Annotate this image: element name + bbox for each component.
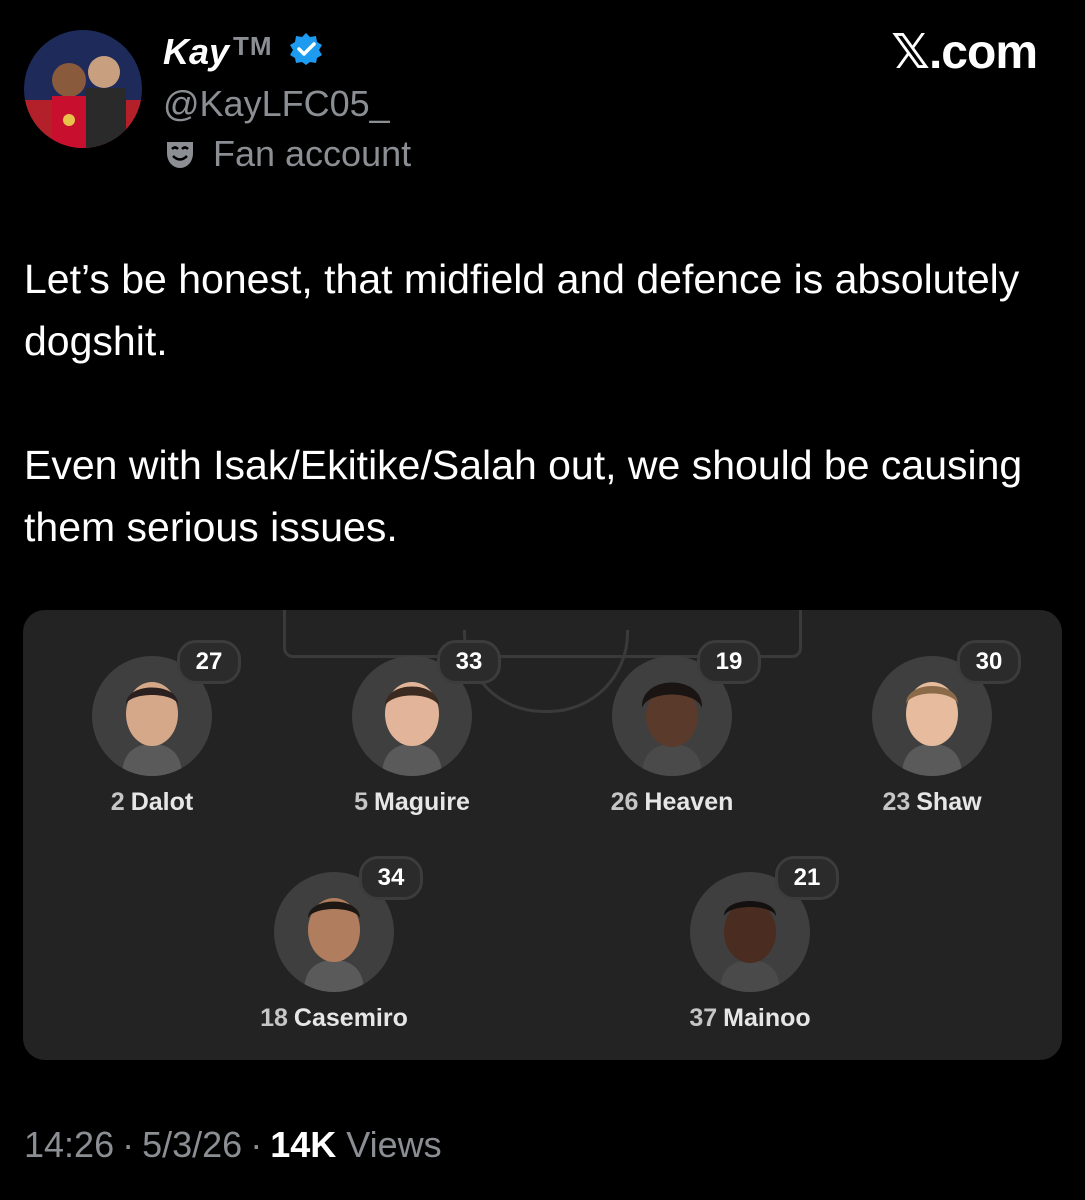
player-name-label: 18 Casemiro	[214, 1004, 454, 1033]
fan-account-badge: Fan account	[163, 132, 411, 176]
tweet-text: Let’s be honest, that midfield and defen…	[24, 248, 1054, 620]
fan-account-label: Fan account	[213, 133, 412, 174]
player-number: 2	[110, 788, 125, 816]
tweet-time[interactable]: 14:26	[24, 1124, 114, 1165]
tweet-paragraph: Even with Isak/Ekitike/Salah out, we sho…	[24, 442, 1023, 550]
player-name-label: 23 Shaw	[812, 788, 1052, 817]
tweet-paragraph: Let’s be honest, that midfield and defen…	[24, 256, 1020, 364]
verified-badge-icon	[288, 31, 324, 67]
player-name: Dalot	[130, 788, 194, 816]
tweet-meta: 14:26 · 5/3/26 · 14K Views	[24, 1120, 442, 1170]
player-rating: 33	[437, 640, 501, 684]
user-handle[interactable]: @KayLFC05_	[163, 82, 390, 126]
site-label: 𝕏.com	[891, 26, 1038, 79]
mask-icon	[163, 137, 197, 171]
player-card-mainoo[interactable]: 21 37 Mainoo	[630, 856, 870, 1060]
player-number: 37	[689, 1004, 718, 1032]
player-number: 26	[610, 788, 639, 816]
lineup-card[interactable]: 27 2 Dalot 33 5 Maguire 19 26 Heaven 30 …	[23, 610, 1062, 1060]
separator-dot: ·	[250, 1124, 263, 1165]
player-name: Heaven	[644, 788, 734, 816]
player-name-label: 5 Maguire	[292, 788, 532, 817]
player-card-casemiro[interactable]: 34 18 Casemiro	[214, 856, 454, 1060]
tweet-date[interactable]: 5/3/26	[142, 1124, 242, 1165]
player-number: 5	[354, 788, 369, 816]
player-rating: 21	[775, 856, 839, 900]
player-rating: 27	[177, 640, 241, 684]
player-card-shaw[interactable]: 30 23 Shaw	[812, 640, 1052, 856]
player-number: 23	[882, 788, 911, 816]
player-card-dalot[interactable]: 27 2 Dalot	[32, 640, 272, 856]
player-card-maguire[interactable]: 33 5 Maguire	[292, 640, 532, 856]
player-card-heaven[interactable]: 19 26 Heaven	[552, 640, 792, 856]
player-name: Shaw	[916, 788, 982, 816]
player-name: Mainoo	[723, 1004, 811, 1032]
player-name: Casemiro	[293, 1004, 408, 1032]
trademark-label: TM	[233, 31, 273, 61]
player-name: Maguire	[374, 788, 470, 816]
avatar[interactable]	[24, 30, 142, 148]
player-name-label: 2 Dalot	[32, 788, 272, 817]
player-name-label: 37 Mainoo	[630, 1004, 870, 1033]
player-number: 18	[260, 1004, 288, 1032]
views-count[interactable]: 14K	[270, 1124, 336, 1165]
player-rating: 34	[359, 856, 423, 900]
player-name-label: 26 Heaven	[552, 788, 792, 817]
separator-dot: ·	[122, 1124, 135, 1165]
display-name[interactable]: Kay	[163, 30, 229, 74]
player-rating: 19	[697, 640, 761, 684]
player-rating: 30	[957, 640, 1021, 684]
views-label[interactable]: Views	[346, 1124, 441, 1165]
